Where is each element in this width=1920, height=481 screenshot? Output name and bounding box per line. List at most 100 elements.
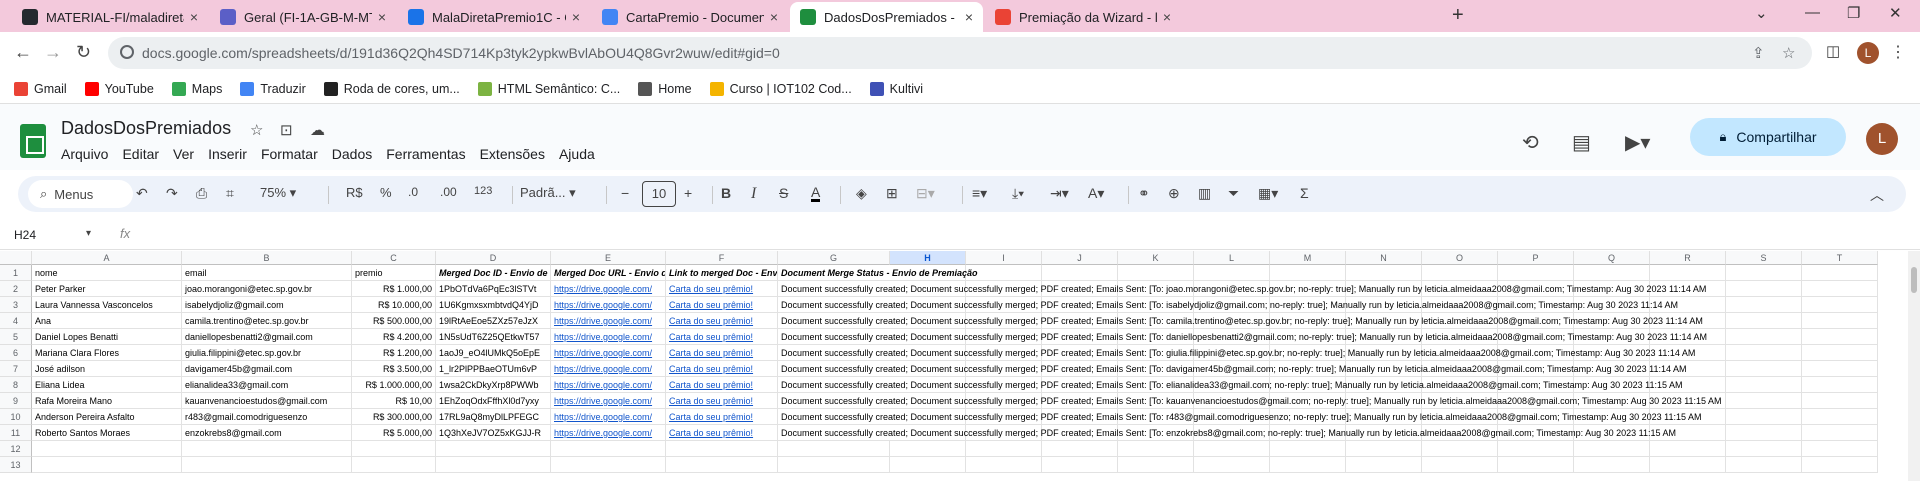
name-box[interactable]: H24 xyxy=(14,228,36,242)
empty-cell[interactable] xyxy=(1802,409,1878,425)
data-cell[interactable]: R$ 1.200,00 xyxy=(352,345,436,361)
data-cell[interactable]: Document successfully created; Document … xyxy=(778,345,1695,361)
browser-tab[interactable]: Geral (FI-1A-GB-M-MTEC INFORMÁTICA) × xyxy=(210,2,396,32)
column-header[interactable]: B xyxy=(182,251,352,265)
italic-icon[interactable]: I xyxy=(751,185,756,203)
data-cell[interactable]: Document successfully created; Document … xyxy=(778,297,1678,313)
bookmark-item[interactable]: Gmail xyxy=(14,81,67,96)
close-tab-icon[interactable]: × xyxy=(190,9,198,25)
sheets-logo-icon[interactable] xyxy=(20,124,46,158)
empty-cell[interactable] xyxy=(1726,281,1802,297)
data-cell[interactable]: R$ 1.000.000,00 xyxy=(352,377,436,393)
data-cell[interactable]: Mariana Clara Flores xyxy=(32,345,182,361)
row-header[interactable]: 11 xyxy=(0,425,32,441)
data-cell[interactable]: Document successfully created; Document … xyxy=(778,281,1706,297)
row-header[interactable]: 2 xyxy=(0,281,32,297)
header-cell[interactable]: email xyxy=(182,265,352,281)
bookmark-item[interactable]: Home xyxy=(638,81,692,96)
column-header[interactable]: A xyxy=(32,251,182,265)
data-cell[interactable]: 1wsa2CkDkyXrp8PWWb xyxy=(436,377,551,393)
link-cell[interactable]: Carta do seu prêmio! xyxy=(666,313,778,329)
empty-cell[interactable] xyxy=(1726,441,1802,457)
site-info-icon[interactable] xyxy=(120,45,134,59)
close-window-button[interactable]: ✕ xyxy=(1889,4,1902,22)
empty-cell[interactable] xyxy=(1726,409,1802,425)
empty-cell[interactable] xyxy=(778,441,890,457)
column-header[interactable]: G xyxy=(778,251,890,265)
restore-button[interactable]: ❐ xyxy=(1847,4,1860,22)
empty-cell[interactable] xyxy=(1726,329,1802,345)
bold-icon[interactable]: B xyxy=(721,185,731,201)
empty-cell[interactable] xyxy=(1270,441,1346,457)
empty-cell[interactable] xyxy=(1802,297,1878,313)
forward-icon[interactable]: → xyxy=(44,42,62,63)
row-header[interactable]: 3 xyxy=(0,297,32,313)
empty-cell[interactable] xyxy=(1726,393,1802,409)
data-cell[interactable]: Peter Parker xyxy=(32,281,182,297)
column-header[interactable]: J xyxy=(1042,251,1118,265)
data-cell[interactable]: 1EhZoqOdxFffhXl0d7yxy xyxy=(436,393,551,409)
empty-cell[interactable] xyxy=(1118,441,1194,457)
scrollbar-thumb[interactable] xyxy=(1911,267,1917,293)
paint-format-icon[interactable]: ⌗ xyxy=(226,185,234,202)
borders-icon[interactable]: ⊞ xyxy=(886,185,898,202)
share-button[interactable]: 🔒︎ Compartilhar xyxy=(1690,118,1846,156)
percent-format-button[interactable]: % xyxy=(380,185,392,200)
row-header[interactable]: 10 xyxy=(0,409,32,425)
bookmark-item[interactable]: HTML Semântico: C... xyxy=(477,81,620,96)
data-cell[interactable]: R$ 3.500,00 xyxy=(352,361,436,377)
cloud-saved-icon[interactable]: ☁ xyxy=(310,121,325,139)
empty-cell[interactable] xyxy=(1726,313,1802,329)
reload-icon[interactable]: ↻ xyxy=(76,42,91,63)
empty-cell[interactable] xyxy=(1346,457,1422,473)
column-header[interactable]: R xyxy=(1650,251,1726,265)
undo-icon[interactable]: ↶ xyxy=(136,185,148,202)
link-cell[interactable]: Carta do seu prêmio! xyxy=(666,409,778,425)
data-cell[interactable]: camila.trentino@etec.sp.gov.br xyxy=(182,313,352,329)
data-cell[interactable]: Document successfully created; Document … xyxy=(778,313,1703,329)
empty-cell[interactable] xyxy=(1346,441,1422,457)
empty-cell[interactable] xyxy=(32,457,182,473)
empty-cell[interactable] xyxy=(352,457,436,473)
data-cell[interactable]: Ana xyxy=(32,313,182,329)
data-cell[interactable]: Daniel Lopes Benatti xyxy=(32,329,182,345)
data-cell[interactable]: Anderson Pereira Asfalto xyxy=(32,409,182,425)
menu-item[interactable]: Ver xyxy=(166,144,201,164)
url-field[interactable]: docs.google.com/spreadsheets/d/191d36Q2Q… xyxy=(108,37,1812,69)
data-cell[interactable]: R$ 500.000,00 xyxy=(352,313,436,329)
browser-tab[interactable]: MalaDiretaPremio1C - Google Drive × xyxy=(398,2,590,32)
data-cell[interactable]: R$ 5.000,00 xyxy=(352,425,436,441)
empty-cell[interactable] xyxy=(1650,457,1726,473)
data-cell[interactable]: 17RL9aQ8myDlLPFEGC xyxy=(436,409,551,425)
data-cell[interactable]: R$ 300.000,00 xyxy=(352,409,436,425)
data-cell[interactable]: Document successfully created; Document … xyxy=(778,329,1707,345)
data-cell[interactable]: Document successfully created; Document … xyxy=(778,377,1683,393)
empty-cell[interactable] xyxy=(1118,265,1194,281)
merge-cells-icon[interactable]: ⊟▾ xyxy=(916,185,935,202)
link-cell[interactable]: https://drive.google.com/ xyxy=(551,297,666,313)
strikethrough-icon[interactable]: S xyxy=(779,185,788,201)
text-wrap-icon[interactable]: ⇥▾ xyxy=(1050,185,1069,202)
data-cell[interactable]: R$ 10,00 xyxy=(352,393,436,409)
row-header[interactable]: 8 xyxy=(0,377,32,393)
bookmark-item[interactable]: Traduzir xyxy=(240,81,306,96)
url-text[interactable]: docs.google.com/spreadsheets/d/191d36Q2Q… xyxy=(142,45,780,61)
row-header[interactable]: 1 xyxy=(0,265,32,281)
column-header[interactable]: D xyxy=(436,251,551,265)
data-cell[interactable]: davigamer45b@gmail.com xyxy=(182,361,352,377)
row-header[interactable]: 5 xyxy=(0,329,32,345)
empty-cell[interactable] xyxy=(1726,377,1802,393)
bookmark-item[interactable]: Curso | IOT102 Cod... xyxy=(709,81,852,96)
link-cell[interactable]: Carta do seu prêmio! xyxy=(666,425,778,441)
empty-cell[interactable] xyxy=(666,457,778,473)
column-header[interactable]: T xyxy=(1802,251,1878,265)
data-cell[interactable]: isabelydjoliz@gmail.com xyxy=(182,297,352,313)
data-cell[interactable]: 19lRtAeEoe5ZXz57eJzX xyxy=(436,313,551,329)
empty-cell[interactable] xyxy=(352,441,436,457)
empty-cell[interactable] xyxy=(1194,441,1270,457)
menu-item[interactable]: Ajuda xyxy=(552,144,602,164)
vertical-scrollbar[interactable] xyxy=(1908,251,1920,481)
zoom-select[interactable]: 75% ▾ xyxy=(260,185,296,201)
column-header[interactable]: K xyxy=(1118,251,1194,265)
menu-search-button[interactable]: ⌕ Menus xyxy=(28,180,133,208)
